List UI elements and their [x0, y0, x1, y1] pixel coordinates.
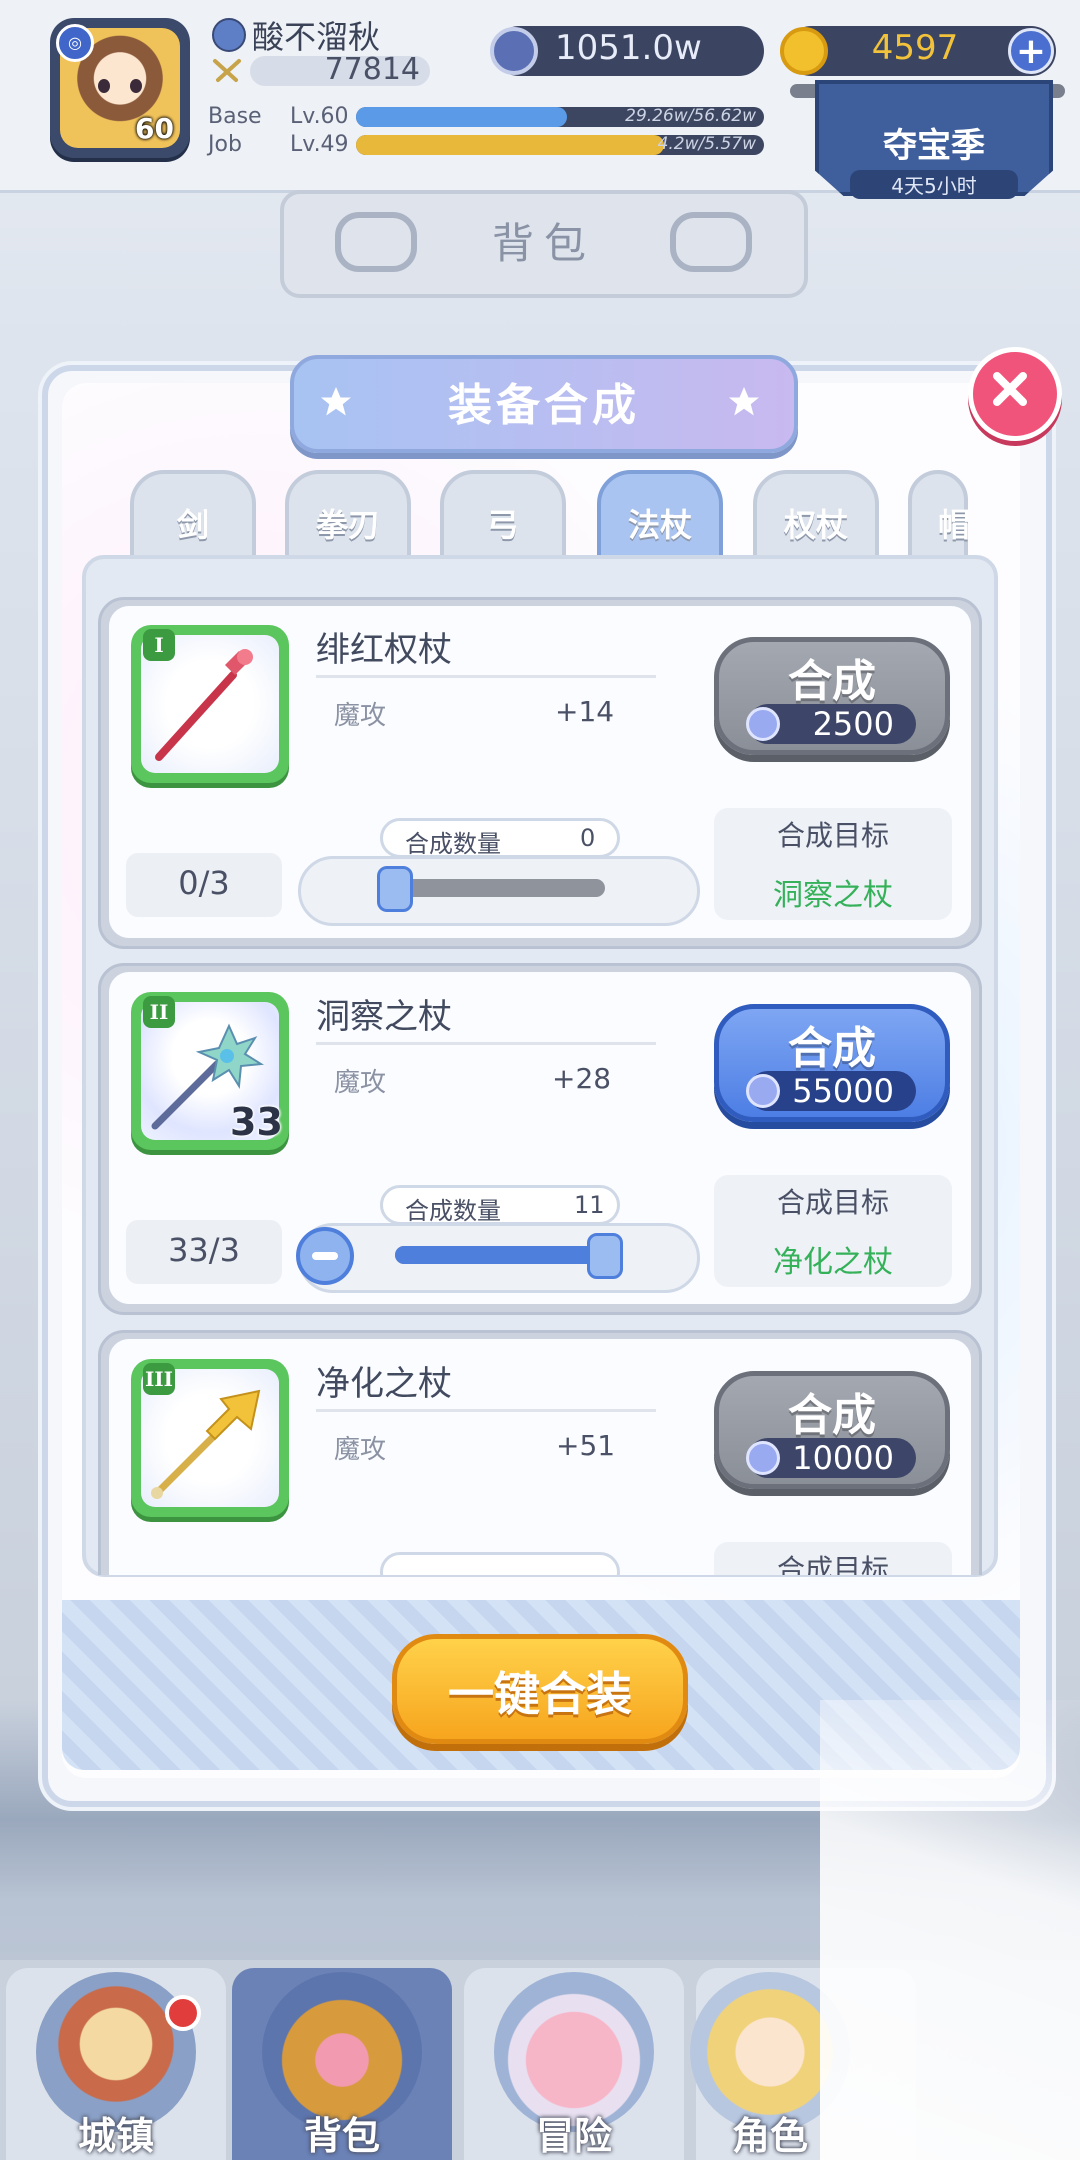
job-label: Job	[208, 132, 242, 157]
avatar-eyes-icon	[98, 79, 142, 93]
quantity-slider-thumb[interactable]	[377, 866, 413, 912]
tab-bow-label: 弓	[486, 506, 519, 544]
tier-badge: I	[143, 629, 175, 661]
list-clip: III 净化之杖 魔攻 +51 合成 10000 合成目标	[82, 1320, 998, 1575]
modal-title: 装备合成	[448, 380, 640, 431]
base-exp-text: 29.26w/56.62w	[625, 106, 756, 126]
zeny-coin-icon	[490, 27, 538, 75]
target-title: 合成目标	[776, 1553, 889, 1575]
divider	[316, 675, 656, 678]
target-name[interactable]: 洞察之杖	[714, 870, 952, 914]
synthesize-button-label: 合成	[788, 1023, 876, 1074]
job-exp-text: 4.2w/5.57w	[657, 134, 756, 154]
synthesize-button-label: 合成	[788, 1390, 876, 1441]
base-label: Base	[208, 104, 262, 129]
nav-adventure-label: 冒险	[535, 2114, 612, 2158]
tab-katar-label: 拳刃	[315, 506, 380, 544]
quantity-label: 合成数量	[405, 1197, 501, 1225]
decrease-quantity-button[interactable]	[296, 1227, 354, 1285]
gold-value: 4597	[871, 28, 959, 68]
minus-icon	[312, 1252, 338, 1260]
nav-town-label: 城镇	[77, 2114, 154, 2158]
nav-backpack-label: 背包	[303, 2114, 380, 2158]
quantity-label-pill	[380, 1552, 620, 1575]
cost-value: 10000	[792, 1439, 894, 1477]
stat-label: 魔攻	[334, 1435, 387, 1465]
guild-icon	[212, 18, 246, 52]
tab-sword-label: 剑	[176, 506, 209, 544]
quantity-slider-fill	[395, 1246, 605, 1264]
target-title: 合成目标	[776, 1186, 889, 1219]
zeny-coin-icon	[746, 707, 780, 741]
synthesize-button-label: 合成	[788, 656, 876, 707]
quantity-value: 11	[574, 1191, 605, 1219]
close-icon	[993, 372, 1027, 406]
item-name: 洞察之杖	[316, 997, 452, 1037]
stat-value: +14	[555, 695, 615, 728]
vip-badge-icon: ◎	[56, 24, 94, 62]
power-value: 77814	[324, 52, 420, 87]
tab-hat-label: 帽	[938, 506, 968, 544]
divider	[316, 1042, 656, 1045]
zeny-coin-icon	[746, 1074, 780, 1108]
zeny-value: 1051.0w	[555, 28, 702, 68]
item-name: 绯红权杖	[316, 630, 452, 670]
stat-value: +28	[552, 1062, 612, 1095]
quantity-value: 0	[580, 824, 596, 852]
stat-label: 魔攻	[334, 701, 387, 731]
item-count: 33	[230, 1100, 283, 1144]
owned-count: 0/3	[178, 864, 230, 902]
tab-scepter-label: 权杖	[783, 506, 848, 544]
screen-glare	[820, 1700, 1080, 2160]
close-button[interactable]	[968, 347, 1062, 441]
zeny-coin-icon	[746, 1441, 780, 1475]
owned-count: 33/3	[168, 1231, 240, 1269]
crossed-swords-icon	[213, 59, 241, 82]
item-name: 净化之杖	[316, 1364, 452, 1404]
quantity-slider-thumb[interactable]	[587, 1233, 623, 1279]
quantity-label: 合成数量	[405, 830, 501, 858]
one-click-synthesize-label: 一键合装	[448, 1667, 632, 1721]
quantity-slider[interactable]	[395, 879, 605, 897]
target-title: 合成目标	[776, 819, 889, 852]
gold-coin-icon	[780, 27, 828, 75]
job-level: Lv.49	[290, 132, 349, 157]
event-banner-title: 夺宝季	[883, 126, 985, 166]
base-exp-fill	[356, 107, 567, 127]
cost-value: 2500	[812, 705, 894, 743]
stat-value: +51	[556, 1429, 616, 1462]
divider	[316, 1409, 656, 1412]
target-name[interactable]: 净化之杖	[714, 1237, 952, 1281]
event-banner-timer: 4天5小时	[850, 170, 1018, 199]
tab-staff-label: 法杖	[627, 506, 692, 544]
stat-label: 魔攻	[334, 1068, 387, 1098]
add-gold-button[interactable]: +	[1008, 28, 1054, 74]
avatar-level: 60	[135, 112, 174, 145]
tier-badge: III	[143, 1363, 175, 1395]
bag-page-title: 背包	[491, 219, 596, 268]
tier-badge: II	[143, 996, 175, 1028]
base-level: Lv.60	[290, 104, 349, 129]
cost-value: 55000	[792, 1072, 894, 1110]
notification-dot	[165, 1995, 201, 2031]
